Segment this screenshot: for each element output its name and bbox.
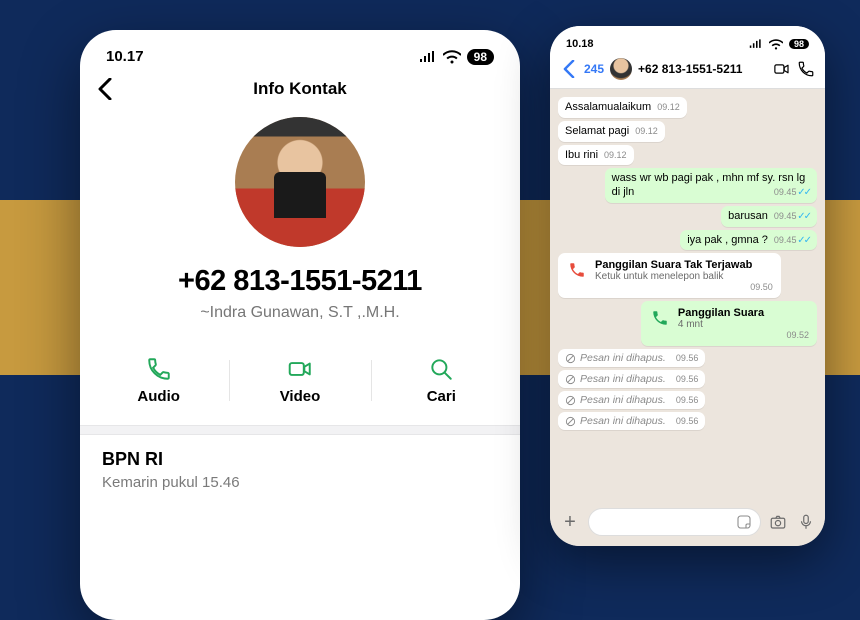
deleted-message[interactable]: Pesan ini dihapus.09.56 bbox=[558, 391, 705, 409]
page-title: Info Kontak bbox=[253, 79, 347, 99]
outgoing-call-time: 09.52 bbox=[678, 330, 809, 340]
phone-icon[interactable] bbox=[797, 60, 815, 78]
message-input[interactable] bbox=[588, 508, 761, 536]
missed-call-card[interactable]: Panggilan Suara Tak Terjawab Ketuk untuk… bbox=[558, 253, 781, 298]
blocked-icon bbox=[565, 353, 576, 364]
chat-header: 245 +62 813-1551-5211 bbox=[550, 54, 825, 89]
video-label: Video bbox=[280, 388, 321, 405]
status-bar: 10.18 98 bbox=[550, 26, 825, 54]
action-row: Audio Video Cari bbox=[80, 344, 520, 425]
message-out[interactable]: barusan09.45 bbox=[721, 206, 817, 227]
blocked-icon bbox=[565, 395, 576, 406]
wifi-icon bbox=[443, 50, 461, 64]
battery-level: 98 bbox=[789, 39, 809, 49]
message-out[interactable]: iya pak , gmna ?09.45 bbox=[680, 230, 817, 251]
chat-title[interactable]: +62 813-1551-5211 bbox=[638, 62, 767, 76]
mic-button[interactable] bbox=[795, 511, 817, 533]
section-divider bbox=[80, 425, 520, 435]
phone-number: +62 813-1551-5211 bbox=[80, 265, 520, 298]
avatar[interactable] bbox=[235, 117, 365, 247]
sticker-icon[interactable] bbox=[736, 514, 752, 530]
phone-icon bbox=[146, 356, 172, 382]
signal-icon bbox=[419, 51, 437, 63]
voice-call-icon bbox=[649, 307, 671, 329]
deleted-message[interactable]: Pesan ini dihapus.09.56 bbox=[558, 370, 705, 388]
blocked-icon bbox=[565, 416, 576, 427]
outgoing-call-card[interactable]: Panggilan Suara 4 mnt 09.52 bbox=[641, 301, 817, 346]
outgoing-call-title: Panggilan Suara bbox=[678, 307, 809, 319]
deleted-message[interactable]: Pesan ini dihapus.09.56 bbox=[558, 349, 705, 367]
camera-button[interactable] bbox=[767, 511, 789, 533]
blocked-icon bbox=[565, 374, 576, 385]
audio-label: Audio bbox=[137, 388, 180, 405]
audio-call-button[interactable]: Audio bbox=[88, 356, 229, 405]
status-time: 10.18 bbox=[566, 38, 594, 50]
missed-call-title: Panggilan Suara Tak Terjawab bbox=[595, 259, 773, 271]
message-in[interactable]: Ibu rini09.12 bbox=[558, 145, 634, 166]
back-icon[interactable] bbox=[98, 78, 112, 100]
missed-call-time: 09.50 bbox=[595, 282, 773, 292]
video-icon[interactable] bbox=[773, 60, 791, 78]
search-icon bbox=[428, 356, 454, 382]
signal-icon bbox=[749, 39, 763, 49]
chat-body[interactable]: Assalamualaikum09.12 Selamat pagi09.12 I… bbox=[550, 89, 825, 502]
search-button[interactable]: Cari bbox=[371, 356, 512, 405]
avatar[interactable] bbox=[610, 58, 632, 80]
search-label: Cari bbox=[427, 388, 456, 405]
missed-call-sub: Ketuk untuk menelepon balik bbox=[595, 271, 773, 282]
group-title: BPN RI bbox=[102, 449, 498, 470]
phone-chat: 10.18 98 245 +62 813-1551-5211 Assalamua… bbox=[550, 26, 825, 546]
missed-call-icon bbox=[566, 259, 588, 281]
video-call-button[interactable]: Video bbox=[229, 356, 370, 405]
video-icon bbox=[287, 356, 313, 382]
back-icon[interactable] bbox=[560, 60, 578, 78]
contact-name: ~Indra Gunawan, S.T ,.M.H. bbox=[80, 304, 520, 322]
battery-level: 98 bbox=[467, 49, 494, 65]
group-subtitle: Kemarin pukul 15.46 bbox=[102, 474, 498, 491]
unread-count[interactable]: 245 bbox=[584, 62, 604, 76]
common-group-block[interactable]: BPN RI Kemarin pukul 15.46 bbox=[80, 435, 520, 511]
outgoing-call-sub: 4 mnt bbox=[678, 319, 809, 330]
attach-button[interactable]: + bbox=[558, 510, 582, 534]
message-in[interactable]: Assalamualaikum09.12 bbox=[558, 97, 687, 118]
message-out[interactable]: wass wr wb pagi pak , mhn mf sy. rsn lg … bbox=[605, 168, 817, 203]
phone-contact-info: 10.17 98 Info Kontak +62 813-1551-5211 ~… bbox=[80, 30, 520, 620]
status-bar: 10.17 98 bbox=[80, 30, 520, 73]
status-time: 10.17 bbox=[106, 48, 144, 65]
message-in[interactable]: Selamat pagi09.12 bbox=[558, 121, 665, 142]
nav-bar: Info Kontak bbox=[80, 73, 520, 113]
chat-input-row: + bbox=[550, 502, 825, 546]
deleted-message[interactable]: Pesan ini dihapus.09.56 bbox=[558, 412, 705, 430]
wifi-icon bbox=[769, 39, 783, 50]
